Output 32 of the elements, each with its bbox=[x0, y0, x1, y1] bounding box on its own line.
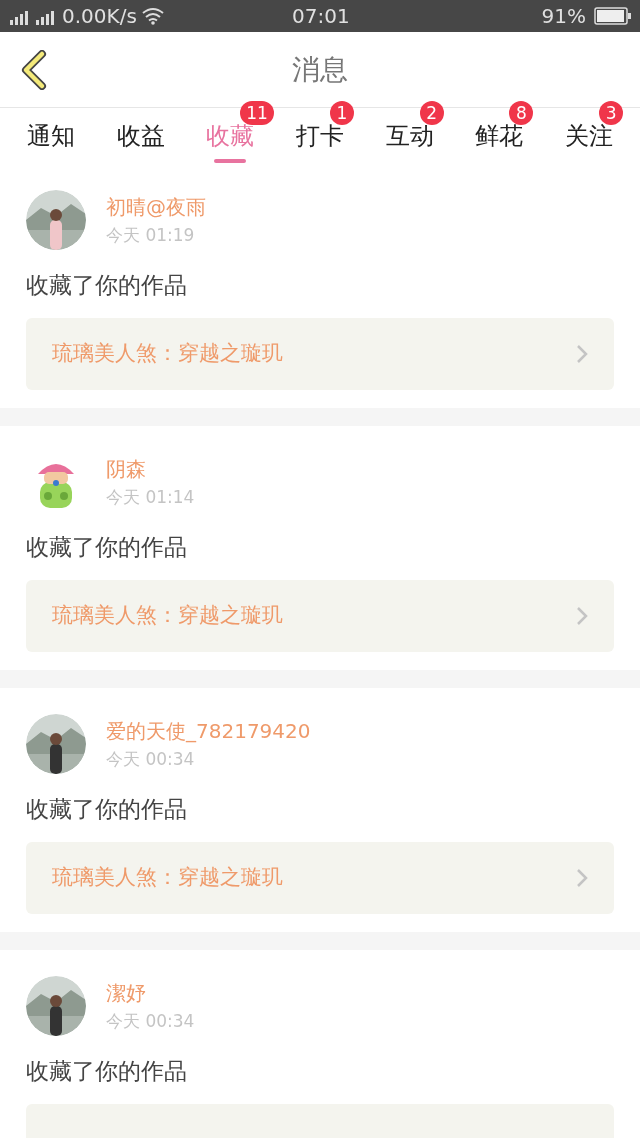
work-card[interactable]: 琉璃美人煞：穿越之璇玑 bbox=[26, 318, 614, 390]
message-time: 今天 01:14 bbox=[106, 486, 195, 509]
chevron-right-icon bbox=[576, 606, 588, 626]
chevron-right-icon bbox=[576, 868, 588, 888]
message-time: 今天 00:34 bbox=[106, 1010, 195, 1033]
message-text: 收藏了你的作品 bbox=[26, 795, 188, 824]
tab-underline bbox=[214, 159, 247, 163]
user-name[interactable]: 初晴@夜雨 bbox=[106, 193, 206, 221]
message-text: 收藏了你的作品 bbox=[26, 271, 188, 300]
work-card[interactable]: 琉璃美人煞：穿越之璇玑 bbox=[26, 842, 614, 914]
network-speed: 0.00K/s bbox=[62, 3, 137, 30]
clock-time: 07:01 bbox=[292, 3, 350, 30]
message-time: 今天 01:19 bbox=[106, 224, 196, 247]
battery-icon bbox=[594, 7, 632, 25]
battery-percent: 91% bbox=[541, 3, 586, 30]
count-badge: 2 bbox=[419, 101, 444, 125]
user-name[interactable]: 爱的天使_782179420 bbox=[106, 717, 311, 745]
chevron-right-icon bbox=[576, 344, 588, 364]
page-title: 消息 bbox=[292, 51, 348, 88]
message-text: 收藏了你的作品 bbox=[26, 1057, 188, 1086]
user-name[interactable]: 潔妤 bbox=[106, 979, 195, 1007]
tab[interactable]: 通知 bbox=[26, 121, 75, 151]
count-badge: 8 bbox=[509, 101, 534, 125]
count-badge: 11 bbox=[240, 101, 274, 125]
message-time: 今天 00:34 bbox=[106, 748, 196, 771]
tab[interactable]: 收益 bbox=[116, 121, 165, 151]
work-card[interactable]: 琉璃美人煞：穿越之璇玑 bbox=[26, 580, 614, 652]
count-badge: 3 bbox=[599, 101, 624, 125]
user-name[interactable]: 阴森 bbox=[106, 455, 195, 483]
wifi-icon bbox=[140, 7, 165, 25]
message-text: 收藏了你的作品 bbox=[26, 533, 188, 562]
count-badge: 1 bbox=[330, 101, 354, 125]
